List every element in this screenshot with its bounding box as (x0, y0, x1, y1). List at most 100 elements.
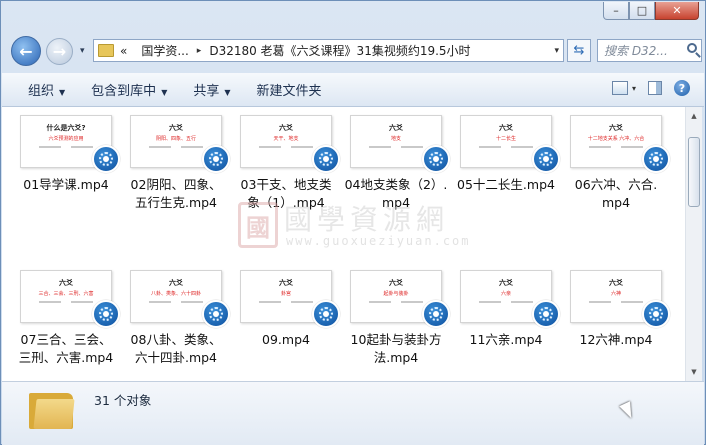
new-folder-button[interactable]: 新建文件夹 (257, 80, 322, 99)
video-player-icon (202, 300, 230, 328)
file-item[interactable]: 六爻八卦、类象、六十四卦 08八卦、类象、 六十四卦.mp4 (124, 270, 230, 367)
thumbnail-subtitle: 卦宫 (280, 291, 291, 297)
thumbnail-subtitle: 六亲 (500, 291, 511, 297)
view-controls: ▾ ? (611, 80, 690, 96)
thumbnail-subtitle: 起卦与装卦 (383, 291, 409, 297)
address-dropdown-icon[interactable]: ▾ (554, 46, 559, 56)
video-thumbnail: 六爻 地支 (350, 115, 450, 173)
thumbnail-title: 六爻 (499, 124, 513, 132)
file-name: 02阴阳、四象、 五行生克.mp4 (130, 177, 222, 210)
video-player-icon (92, 145, 120, 173)
file-item[interactable]: 六爻 阴阳、四象、五行 02阴阳、四象、 五行生克.mp4 (124, 115, 230, 212)
scroll-up-icon[interactable]: ▲ (688, 109, 700, 123)
file-item[interactable]: 六爻十二长生 05十二长生.mp4 (454, 115, 560, 194)
file-name: 10起卦与装卦方 法.mp4 (350, 332, 442, 365)
thumbnail-title: 六爻 (279, 124, 293, 132)
thumbnail-title: 六爻 (59, 279, 73, 287)
video-thumbnail: 六爻八卦、类象、六十四卦 (130, 270, 230, 328)
back-button[interactable]: ← (11, 36, 41, 66)
file-item[interactable]: 六爻六神 12六神.mp4 (564, 270, 670, 349)
maximize-button[interactable]: □ (629, 2, 655, 20)
file-name: 12六神.mp4 (579, 332, 653, 347)
file-item[interactable]: 什么是六爻? 六爻预测的应用 01导学课.mp4 (14, 115, 120, 194)
thumbnail-title: 六爻 (389, 279, 403, 287)
details-pane: 31 个对象 (2, 381, 704, 445)
close-button[interactable]: ✕ (655, 2, 699, 20)
thumbnail-title: 六爻 (169, 279, 183, 287)
thumbnail-title: 六爻 (169, 124, 183, 132)
explorer-window: – □ ✕ ← → ▾ « 国学资... ▸ D32180 老葛《六爻课程》31… (0, 0, 706, 445)
change-view-icon[interactable] (611, 81, 628, 95)
video-thumbnail: 六爻 六亲 (460, 270, 560, 328)
breadcrumb-item[interactable]: D32180 老葛《六爻课程》31集视频约19.5小时 (209, 42, 470, 59)
help-icon[interactable]: ? (674, 80, 690, 96)
breadcrumb-separator-icon[interactable]: ▸ (197, 46, 202, 56)
thumbnail-title: 什么是六爻? (46, 124, 86, 132)
file-item[interactable]: 六爻 天干、地支 03干支、地支类 象（1）.mp4 (234, 115, 340, 212)
include-in-library-menu[interactable]: 包含到库中 ▼ (91, 80, 167, 99)
search-placeholder: 搜索 D32... (604, 44, 668, 58)
video-thumbnail: 六爻 六神 (570, 270, 670, 328)
thumbnail-subtitle: 八卦、类象、六十四卦 (150, 291, 201, 297)
thumbnail-subtitle: 三合、三会、三刑、六害 (38, 291, 94, 297)
file-list: 什么是六爻? 六爻预测的应用 01导学课.mp4 六爻 阴阳、四象、五行 02阴阳、四象、… (2, 107, 685, 381)
breadcrumb-item[interactable]: 国学资... (141, 42, 188, 59)
file-item[interactable]: 六爻 三合、三会、三刑、六害 07三合、三会、 三刑、六害.mp4 (14, 270, 120, 367)
file-item[interactable]: 六爻地支 04地支类象（2）. mp4 (344, 115, 450, 212)
video-player-icon (532, 300, 560, 328)
file-item[interactable]: 六爻 卦宫 09.mp4 (234, 270, 340, 349)
video-thumbnail: 六爻三合、三会、三刑、六害 (20, 270, 120, 328)
file-item[interactable]: 六爻起卦与装卦 10起卦与装卦方 法.mp4 (344, 270, 450, 367)
video-thumbnail: 什么是六爻? 六爻预测的应用 (20, 115, 120, 173)
view-dropdown-icon[interactable]: ▾ (632, 84, 636, 93)
address-overflow-chevron[interactable]: « (120, 44, 127, 58)
thumbnail-subtitle: 十二地支关系 六冲、六合 (587, 136, 645, 142)
preview-pane-icon[interactable] (648, 81, 662, 95)
file-name: 09.mp4 (262, 332, 310, 347)
file-name: 01导学课.mp4 (23, 177, 109, 192)
thumbnail-subtitle: 六神 (610, 291, 621, 297)
share-label: 共享 (193, 84, 220, 99)
refresh-button[interactable]: ⇆ (567, 39, 591, 62)
thumbnail-title: 六爻 (389, 124, 403, 132)
chevron-down-icon: ▼ (59, 88, 66, 97)
video-thumbnail: 六爻十二地支关系 六冲、六合 (570, 115, 670, 173)
file-name: 04地支类象（2）. mp4 (344, 177, 448, 210)
minimize-button[interactable]: – (603, 2, 629, 20)
thumbnail-title: 六爻 (609, 124, 623, 132)
video-thumbnail: 六爻 天干、地支 (240, 115, 340, 173)
search-input[interactable]: 搜索 D32... (597, 39, 702, 62)
share-menu[interactable]: 共享 ▼ (193, 80, 230, 99)
item-count: 31 个对象 (94, 393, 152, 408)
address-bar[interactable]: « 国学资... ▸ D32180 老葛《六爻课程》31集视频约19.5小时 ▾ (93, 39, 564, 62)
video-player-icon (312, 300, 340, 328)
organize-menu[interactable]: 组织 ▼ (28, 80, 65, 99)
video-player-icon (422, 145, 450, 173)
folder-icon (29, 389, 75, 429)
recent-pages-dropdown-icon[interactable]: ▾ (80, 46, 85, 56)
video-player-icon (202, 145, 230, 173)
folder-icon (98, 44, 114, 57)
forward-button[interactable]: → (46, 38, 73, 65)
search-icon[interactable] (687, 43, 697, 53)
file-name: 08八卦、类象、 六十四卦.mp4 (130, 332, 222, 365)
video-player-icon (92, 300, 120, 328)
include-in-library-label: 包含到库中 (91, 84, 157, 99)
thumbnail-subtitle: 十二长生 (495, 136, 516, 142)
scrollbar-thumb[interactable] (688, 137, 700, 207)
navigation-bar: ← → ▾ « 国学资... ▸ D32180 老葛《六爻课程》31集视频约19… (7, 34, 702, 68)
organize-label: 组织 (28, 84, 55, 99)
thumbnail-title: 六爻 (499, 279, 513, 287)
thumbnail-title: 六爻 (609, 279, 623, 287)
video-thumbnail: 六爻 十二长生 (460, 115, 560, 173)
video-thumbnail: 六爻 起卦与装卦 (350, 270, 450, 328)
window-controls: – □ ✕ (603, 2, 699, 20)
file-name: 05十二长生.mp4 (457, 177, 555, 192)
thumbnail-subtitle: 地支 (390, 136, 401, 142)
file-item[interactable]: 六爻 六亲 11六亲.mp4 (454, 270, 560, 349)
vertical-scrollbar[interactable]: ▲ ▼ (685, 107, 702, 381)
video-thumbnail: 六爻 卦宫 (240, 270, 340, 328)
chevron-down-icon: ▼ (224, 88, 231, 97)
file-item[interactable]: 六爻 十二地支关系 六冲、六合 06六冲、六合. mp4 (564, 115, 670, 212)
scroll-down-icon[interactable]: ▼ (688, 365, 700, 379)
